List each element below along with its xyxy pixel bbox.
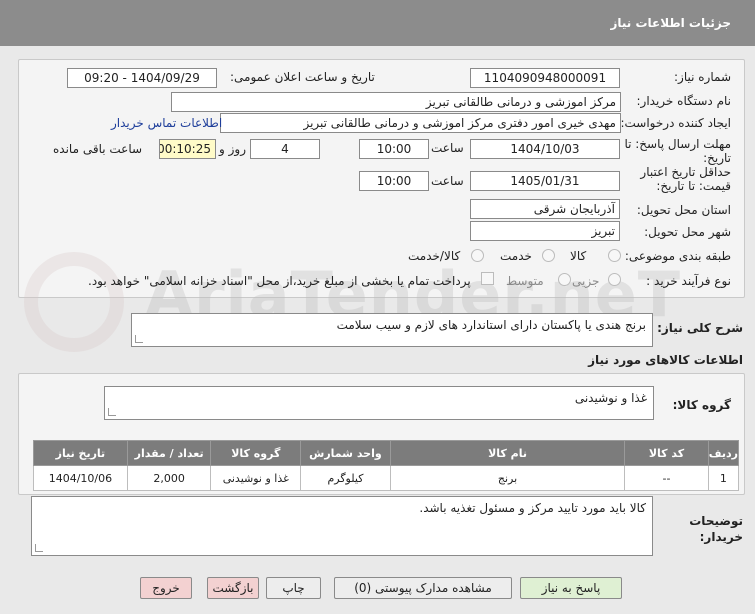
validity-label-2: قیمت: تا تاریخ:: [656, 179, 731, 193]
col-item-name: نام کالا: [389, 440, 626, 466]
page-title: جزئیات اطلاعات نیاز: [610, 16, 731, 30]
province-label: استان محل تحویل:: [636, 203, 731, 217]
col-unit: واحد شمارش: [300, 440, 391, 466]
category-both-radio[interactable]: [471, 249, 484, 262]
remaining-time-label: ساعت باقی مانده: [53, 142, 143, 156]
goods-table-header-row: ردیف کد کالا نام کالا واحد شمارش گروه کا…: [33, 440, 740, 466]
goods-table: ردیف کد کالا نام کالا واحد شمارش گروه کا…: [33, 440, 740, 491]
cell-item-group: غذا و نوشیدنی: [210, 465, 302, 491]
buyer-notes-label: توضیحات: [689, 514, 743, 528]
buyer-notes-text: کالا باید مورد تایید مرکز و مسئول تغذیه …: [419, 501, 646, 515]
goods-group-textarea[interactable]: غذا و نوشیدنی: [104, 386, 654, 420]
category-label: طبقه بندی موضوعی:: [624, 249, 731, 263]
cell-quantity: 2,000: [126, 465, 212, 491]
process-minor-radio[interactable]: [608, 273, 621, 286]
cell-need-date: 1404/10/06: [33, 465, 128, 491]
col-quantity: تعداد / مقدار: [126, 440, 212, 466]
announce-field: 1404/09/29 - 09:20: [67, 68, 217, 88]
category-both-label: کالا/خدمت: [408, 249, 461, 263]
validity-date-field: 1405/01/31: [470, 171, 620, 191]
requester-field: مهدی خیری امور دفتری مرکز اموزشی و درمان…: [220, 113, 621, 133]
table-row: 1 -- برنج کیلوگرم غذا و نوشیدنی 2,000 14…: [33, 465, 740, 491]
summary-textarea[interactable]: برنج هندی یا پاکستان دارای استاندارد های…: [131, 313, 653, 347]
announce-label: تاریخ و ساعت اعلان عمومی:: [230, 70, 375, 84]
validity-time-label: ساعت: [431, 174, 464, 188]
send-time-field: 10:00: [359, 139, 429, 159]
process-medium-label: متوسط: [506, 274, 544, 288]
days-label: روز و: [219, 142, 246, 156]
cell-unit: کیلوگرم: [300, 465, 391, 491]
send-date-field: 1404/10/03: [470, 139, 620, 159]
treasury-payment-checkbox[interactable]: [481, 272, 494, 285]
col-row-number: ردیف: [707, 440, 740, 466]
cell-row-number: 1: [707, 465, 740, 491]
resize-grip-icon[interactable]: [35, 544, 43, 552]
remaining-time-field: 00:10:25: [159, 139, 216, 159]
category-goods-radio[interactable]: [608, 249, 621, 262]
col-need-date: تاریخ نیاز: [33, 440, 128, 466]
process-medium-radio[interactable]: [558, 273, 571, 286]
col-item-code: کد کالا: [624, 440, 709, 466]
goods-group-label: گروه کالا:: [672, 398, 731, 412]
resize-grip-icon[interactable]: [135, 335, 143, 343]
title-bar: جزئیات اطلاعات نیاز: [0, 0, 755, 46]
need-number-label: شماره نیاز:: [674, 70, 731, 84]
requester-label: ایجاد کننده درخواست:: [620, 116, 731, 130]
send-deadline-label: مهلت ارسال پاسخ: تا: [624, 137, 731, 151]
send-deadline-label-2: تاریخ:: [703, 151, 731, 165]
buyer-contact-link[interactable]: اطلاعات تماس خریدار: [111, 116, 222, 130]
days-remaining-field: 4: [250, 139, 320, 159]
resize-grip-icon[interactable]: [108, 408, 116, 416]
category-service-radio[interactable]: [542, 249, 555, 262]
process-minor-label: جزیی: [572, 274, 600, 288]
cell-item-name: برنج: [389, 465, 626, 491]
category-goods-label: کالا: [570, 249, 587, 263]
goods-group-text: غذا و نوشیدنی: [574, 391, 647, 405]
buyer-org-label: نام دستگاه خریدار:: [636, 94, 732, 108]
back-button[interactable]: بازگشت: [207, 577, 259, 599]
city-label: شهر محل تحویل:: [644, 225, 731, 239]
goods-section-title: اطلاعات کالاهای مورد نیاز: [588, 353, 743, 367]
send-time-label: ساعت: [431, 141, 464, 155]
need-number-field: 1104090948000091: [470, 68, 620, 88]
category-service-label: خدمت: [500, 249, 532, 263]
exit-button[interactable]: خروج: [140, 577, 192, 599]
col-item-group: گروه کالا: [210, 440, 302, 466]
reply-button[interactable]: پاسخ به نیاز: [520, 577, 622, 599]
province-field: آذربایجان شرقی: [470, 199, 620, 219]
cell-item-code: --: [624, 465, 709, 491]
summary-label: شرح کلی نیاز:: [657, 321, 743, 335]
validity-label: حداقل تاریخ اعتبار: [640, 165, 731, 179]
buyer-notes-textarea[interactable]: کالا باید مورد تایید مرکز و مسئول تغذیه …: [31, 496, 653, 556]
process-label: نوع فرآیند خرید :: [646, 274, 731, 288]
city-field: تبریز: [470, 221, 620, 241]
treasury-payment-note: پرداخت تمام یا بخشی از مبلغ خرید،از محل …: [88, 274, 471, 288]
watermark-logo-icon: [24, 252, 124, 352]
buyer-org-field: مرکز اموزشی و درمانی طالقانی تبریز: [171, 92, 621, 112]
buyer-notes-label-2: خریدار:: [699, 530, 743, 544]
print-button[interactable]: چاپ: [266, 577, 321, 599]
validity-time-field: 10:00: [359, 171, 429, 191]
summary-text: برنج هندی یا پاکستان دارای استاندارد های…: [336, 318, 646, 332]
view-attachments-button[interactable]: مشاهده مدارک پیوستی (0): [334, 577, 512, 599]
